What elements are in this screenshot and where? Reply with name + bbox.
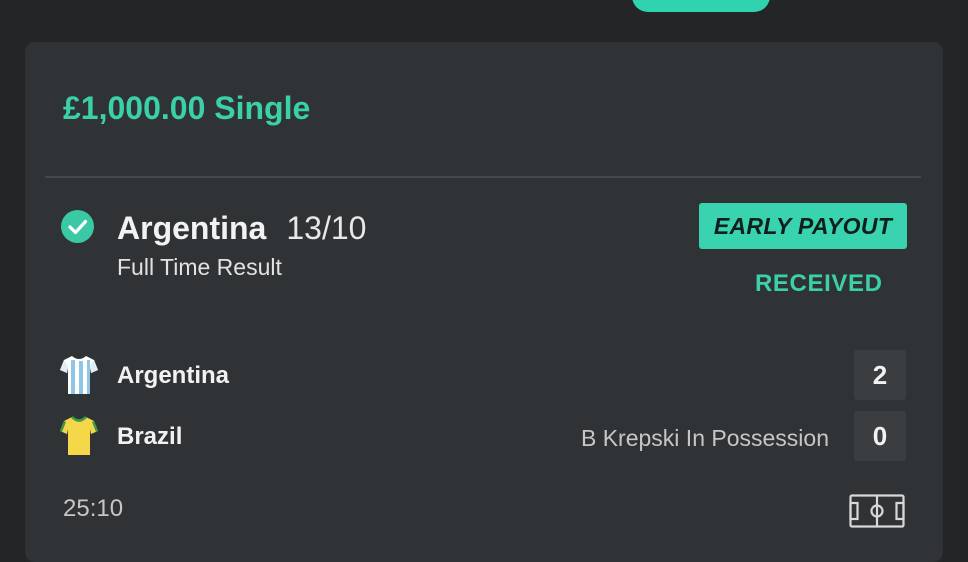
early-payout-badge: EARLY PAYOUT xyxy=(699,203,907,249)
match-clock: 25:10 xyxy=(63,495,124,522)
away-score: 0 xyxy=(854,411,906,461)
selection-line: Argentina 13/10 xyxy=(117,210,366,247)
team-row-away: Brazil B Krepski In Possession 0 xyxy=(25,411,943,463)
top-action-pill[interactable] xyxy=(632,0,770,12)
market-name: Full Time Result xyxy=(117,254,282,280)
selection-odds: 13/10 xyxy=(286,210,367,246)
divider xyxy=(45,176,921,178)
football-pitch-icon[interactable] xyxy=(849,494,905,528)
check-circle-icon xyxy=(61,210,94,243)
brazil-shirt-icon xyxy=(60,416,98,455)
home-team-name: Argentina xyxy=(117,362,230,389)
argentina-shirt-icon xyxy=(60,356,98,394)
team-row-home: Argentina 2 xyxy=(25,350,943,402)
selection-name: Argentina xyxy=(117,210,267,246)
possession-status: B Krepski In Possession xyxy=(580,425,829,451)
away-team-name: Brazil xyxy=(117,423,183,450)
bet-card: £1,000.00 Single Argentina 13/10 Full Tim… xyxy=(25,42,943,562)
bet-title: £1,000.00 Single xyxy=(63,90,311,126)
home-score: 2 xyxy=(854,350,906,400)
payout-status: RECEIVED xyxy=(755,270,883,297)
